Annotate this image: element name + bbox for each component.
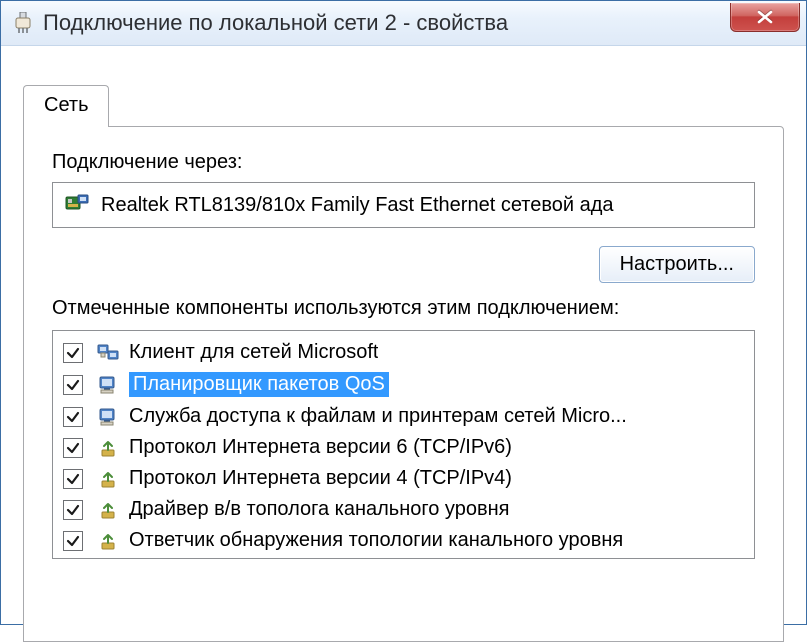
component-item[interactable]: Ответчик обнаружения топологии канальног…: [53, 525, 754, 556]
component-item[interactable]: Клиент для сетей Microsoft: [53, 337, 754, 368]
protocol-icon: [95, 468, 121, 490]
client-area: Сеть Подключение через: Realtek RTL8139/…: [1, 46, 806, 642]
properties-window: Подключение по локальной сети 2 - свойст…: [0, 0, 807, 625]
component-checkbox[interactable]: [63, 500, 83, 520]
component-item[interactable]: Служба доступа к файлам и принтерам сете…: [53, 401, 754, 432]
component-label: Драйвер в/в тополога канального уровня: [129, 498, 509, 521]
protocol-icon: [95, 499, 121, 521]
network-adapter-icon: [13, 12, 33, 34]
component-item[interactable]: Протокол Интернета версии 4 (TCP/IPv4): [53, 463, 754, 494]
adapter-name: Realtek RTL8139/810x Family Fast Etherne…: [101, 194, 614, 217]
component-checkbox[interactable]: [63, 407, 83, 427]
component-checkbox[interactable]: [63, 531, 83, 551]
component-label: Протокол Интернета версии 6 (TCP/IPv6): [129, 436, 512, 459]
configure-button[interactable]: Настроить...: [599, 246, 755, 283]
component-label: Планировщик пакетов QoS: [129, 372, 389, 397]
tab-panel-network: Подключение через: Realtek RTL8139/810x …: [23, 126, 784, 642]
close-button[interactable]: [730, 3, 800, 32]
component-label: Протокол Интернета версии 4 (TCP/IPv4): [129, 467, 512, 490]
configure-row: Настроить...: [52, 246, 755, 283]
component-checkbox[interactable]: [63, 469, 83, 489]
protocol-icon: [95, 437, 121, 459]
component-label: Ответчик обнаружения топологии канальног…: [129, 529, 623, 552]
component-checkbox[interactable]: [63, 375, 83, 395]
service-icon: [95, 406, 121, 428]
adapter-label: Подключение через:: [52, 151, 755, 174]
window-title: Подключение по локальной сети 2 - свойст…: [43, 10, 508, 36]
components-listbox[interactable]: Клиент для сетей Microsoft Планировщик па…: [52, 330, 755, 559]
network-card-icon: [65, 194, 89, 216]
component-label: Служба доступа к файлам и принтерам сете…: [129, 405, 627, 428]
close-icon: [756, 10, 774, 24]
client-icon: [95, 342, 121, 364]
component-item[interactable]: Драйвер в/в тополога канального уровня: [53, 494, 754, 525]
components-label: Отмеченные компоненты используются этим …: [52, 297, 755, 320]
component-checkbox[interactable]: [63, 438, 83, 458]
component-checkbox[interactable]: [63, 343, 83, 363]
titlebar: Подключение по локальной сети 2 - свойст…: [1, 1, 806, 46]
component-label: Клиент для сетей Microsoft: [129, 341, 378, 364]
tab-network[interactable]: Сеть: [23, 85, 109, 127]
tab-strip: Сеть: [23, 86, 784, 126]
service-icon: [95, 374, 121, 396]
component-item[interactable]: Планировщик пакетов QoS: [53, 368, 754, 401]
adapter-display: Realtek RTL8139/810x Family Fast Etherne…: [52, 182, 755, 228]
component-item[interactable]: Протокол Интернета версии 6 (TCP/IPv6): [53, 432, 754, 463]
protocol-icon: [95, 530, 121, 552]
